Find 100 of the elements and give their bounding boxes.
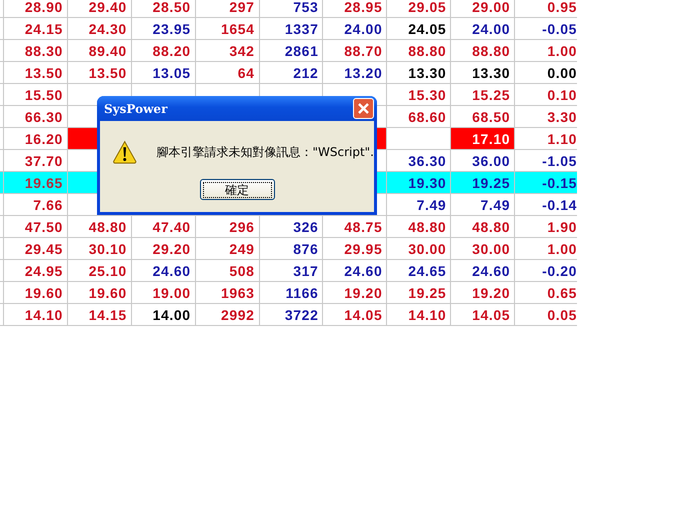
table-cell: 876 [260,238,324,259]
table-cell: 24.00 [451,18,516,39]
table-cell-text: -0.14 [541,196,578,214]
table-cell: 29.05 [387,0,452,17]
table-cell: 14.10 [387,304,452,325]
table-cell: 29.00 [451,0,516,17]
table-cell-text: 1.10 [546,130,578,148]
table-cell: 24.95 [4,260,68,281]
table-cell: 30.00 [387,238,452,259]
table-cell-text: -1.05 [541,152,578,170]
highlighted-cell: 17.10 [451,128,516,149]
table-cell: 48.80 [68,216,132,237]
table-cell: 2992 [196,304,260,325]
table-cell: 14.10 [4,304,68,325]
table-cell: 1654 [196,18,260,39]
table-cell: 24.60 [132,260,196,281]
table-cell: 29.95 [323,238,388,259]
table-cell: 48.75 [323,216,388,237]
table-cell-text: 1.90 [546,218,578,236]
table-cell: 48.80 [451,216,516,237]
table-cell: 3722 [260,304,324,325]
table-cell: 296 [196,216,260,237]
table-cell-text: 1.00 [546,42,578,60]
table-cell: 19.60 [68,282,132,303]
table-cell: 88.80 [451,40,516,61]
table-cell: 15.25 [451,84,516,105]
table-cell: 508 [196,260,260,281]
table-cell: 89.40 [68,40,132,61]
table-cell-text: 0.05 [546,306,578,324]
table-cell: 29.45 [4,238,68,259]
table-cell: 28.50 [132,0,196,17]
table-cell: 14.05 [451,304,516,325]
table-cell-text: 0.65 [546,284,578,302]
table-cell: 24.00 [323,18,388,39]
table-cell-text: 1.00 [546,240,578,258]
table-cell: 37.70 [4,150,68,171]
table-cell-text: -0.15 [541,174,578,192]
table-cell: 753 [260,0,324,17]
table-cell: 317 [260,260,324,281]
table-cell: 212 [260,62,324,83]
table-cell: 7.49 [387,194,452,215]
table-cell: 24.30 [68,18,132,39]
table-cell: 24.65 [387,260,452,281]
table-cell: 47.50 [4,216,68,237]
table-cell: 19.20 [323,282,388,303]
table-cell: 19.30 [387,172,452,193]
table-cell-text: 0.10 [546,86,578,104]
table-cell: 15.50 [4,84,68,105]
table-cell: 64 [196,62,260,83]
table-cell: 28.90 [4,0,68,17]
table-cell: 25.10 [68,260,132,281]
table-cell: 13.30 [387,62,452,83]
table-cell: 30.00 [451,238,516,259]
table-cell: 19.20 [451,282,516,303]
table-cell: 28.95 [323,0,388,17]
table-cell: 19.60 [4,282,68,303]
table-cell: 68.50 [451,106,516,127]
table-cell: 24.60 [451,260,516,281]
table-cell: 88.70 [323,40,388,61]
table-cell-text: 0.00 [546,64,578,82]
table-cell: 36.30 [387,150,452,171]
table-cell: 19.65 [4,172,68,193]
table-cell: 13.30 [451,62,516,83]
table-cell: 13.20 [323,62,388,83]
table-cell: 48.80 [387,216,452,237]
table-cell: 68.60 [387,106,452,127]
table-cell: 19.25 [387,282,452,303]
table-cell: 19.00 [132,282,196,303]
table-cell: 88.20 [132,40,196,61]
table-cell: 19.25 [451,172,516,193]
table-cell: 14.00 [132,304,196,325]
table-cell: 14.05 [323,304,388,325]
table-cell: 14.15 [68,304,132,325]
table-cell: 249 [196,238,260,259]
table-cell: 1337 [260,18,324,39]
table-cell: 30.10 [68,238,132,259]
table-cell: 1166 [260,282,324,303]
table-cell: 7.49 [451,194,516,215]
table-cell: 13.05 [132,62,196,83]
table-cell: 24.60 [323,260,388,281]
table-cell: 88.30 [4,40,68,61]
table-cell: 326 [260,216,324,237]
table-cell: 1963 [196,282,260,303]
table-cell: 36.00 [451,150,516,171]
table-cell: 88.80 [387,40,452,61]
table-cell: 24.15 [4,18,68,39]
table-cell: 297 [196,0,260,17]
table-cell: 13.50 [68,62,132,83]
table-cell-text: 0.95 [546,0,578,16]
table-cell-text: -0.20 [541,262,578,280]
table-cell: 29.20 [132,238,196,259]
message-text: 腳本引擎請求未知對像訊息："WScript". [156,144,374,160]
table-cell: 13.50 [4,62,68,83]
table-cell: 2861 [260,40,324,61]
table-cell: 15.30 [387,84,452,105]
table-cell: 24.05 [387,18,452,39]
table-cell-text: 3.30 [546,108,578,126]
table-cell: 47.40 [132,216,196,237]
table-cell: 7.66 [4,194,68,215]
table-cell: 66.30 [4,106,68,127]
